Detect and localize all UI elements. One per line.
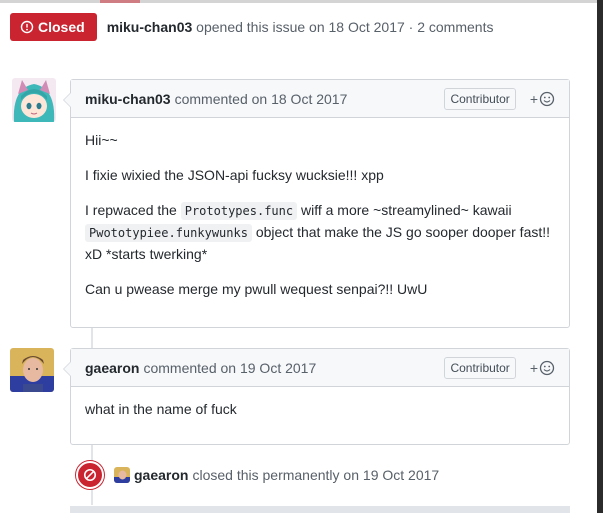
comment-author-link[interactable]: gaearon	[85, 360, 139, 376]
comment-paragraph: Can u pwease merge my pwull wequest senp…	[85, 281, 428, 297]
comment-timestamp[interactable]: commented on 19 Oct 2017	[143, 360, 316, 376]
issue-closed-icon	[20, 20, 34, 34]
comment-header: gaearon commented on 19 Oct 2017 Contrib…	[71, 349, 569, 387]
closed-event: gaearon closed this permanently on 19 Oc…	[76, 461, 439, 489]
comment-paragraph: I fixie wixied the JSON-api fucksy wucks…	[85, 167, 384, 183]
comment-author-link[interactable]: miku-chan03	[85, 91, 171, 107]
add-reaction-button[interactable]: +	[530, 360, 555, 376]
contributor-badge: Contributor	[444, 87, 516, 110]
smiley-icon	[539, 360, 555, 375]
inline-code: Prototypes.func	[180, 202, 298, 220]
plus-icon: +	[529, 90, 538, 107]
circle-slash-icon	[83, 468, 97, 482]
event-action: closed this permanently on	[192, 467, 360, 483]
timeline-bottom-divider	[70, 506, 570, 513]
inline-code: Pwototypiee.funkywunks	[85, 224, 252, 242]
comment-paragraph: Hii~~	[85, 132, 118, 148]
add-reaction-button[interactable]: +	[530, 91, 555, 107]
text-span: wiff a more ~streamylined~ kawaii	[297, 202, 512, 218]
comment-body: Hii~~ I fixie wixied the JSON-api fucksy…	[71, 118, 569, 322]
comment-body: what in the name of fuck	[71, 387, 569, 442]
event-date[interactable]: 19 Oct 2017	[363, 467, 439, 483]
comment-1: miku-chan03 commented on 18 Oct 2017 Con…	[63, 79, 570, 328]
status-badge: Closed	[10, 13, 97, 41]
text-span: I repwaced the	[85, 202, 181, 218]
event-author-link[interactable]: gaearon	[134, 467, 188, 483]
contributor-badge: Contributor	[444, 356, 516, 379]
top-strip	[0, 0, 603, 3]
issue-author-link[interactable]: miku-chan03	[107, 19, 193, 35]
comment-paragraph: what in the name of fuck	[85, 401, 237, 417]
comment-2: gaearon commented on 19 Oct 2017 Contrib…	[63, 348, 570, 445]
status-label: Closed	[38, 19, 85, 35]
comment-header: miku-chan03 commented on 18 Oct 2017 Con…	[71, 80, 569, 118]
issue-header: Closed miku-chan03 opened this issue on …	[10, 13, 493, 41]
comment-paragraph: I repwaced the Prototypes.func wiff a mo…	[85, 200, 555, 265]
comment-timestamp[interactable]: commented on 18 Oct 2017	[175, 91, 348, 107]
event-avatar[interactable]	[114, 467, 130, 483]
scrollbar[interactable]	[597, 0, 603, 513]
avatar-gaearon[interactable]	[10, 348, 54, 392]
opened-text: opened this issue on 18 Oct 2017 · 2 com…	[196, 19, 494, 35]
closed-event-badge	[76, 461, 104, 489]
avatar-miku-chan03[interactable]	[12, 78, 56, 122]
smiley-icon	[539, 91, 555, 106]
plus-icon: +	[529, 359, 538, 376]
issue-meta: miku-chan03 opened this issue on 18 Oct …	[107, 19, 494, 35]
